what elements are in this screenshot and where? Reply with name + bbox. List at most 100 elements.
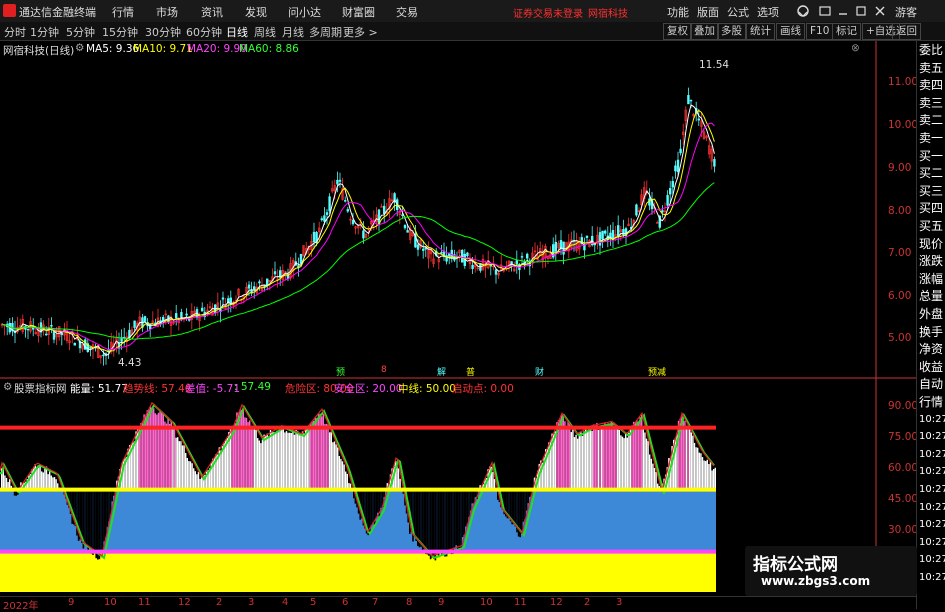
energy-bar <box>292 432 293 490</box>
menu-market-quotes[interactable]: 行情 <box>112 4 134 20</box>
indicator-settings-icon[interactable]: ⚙ <box>3 381 12 393</box>
guest-account[interactable]: 游客 <box>895 4 917 20</box>
energy-bar <box>585 429 586 490</box>
settings-gear-icon[interactable]: ⚙ <box>75 42 84 54</box>
period-more[interactable]: 更多 > <box>343 24 378 40</box>
event-marker[interactable]: 8 <box>381 365 387 375</box>
main-chart-name: 网宿科技(日线) <box>3 43 74 58</box>
quote-field-label: 买二 <box>919 166 945 180</box>
quote-field-label: 买一 <box>919 149 945 163</box>
energy-gap <box>428 490 430 556</box>
period-weekly[interactable]: 周线 <box>254 24 276 40</box>
energy-bar <box>327 424 328 489</box>
energy-bar <box>323 414 324 490</box>
minimize-icon[interactable] <box>836 4 850 18</box>
period-30min[interactable]: 30分钟 <box>145 24 181 40</box>
mark-button[interactable]: 标记 <box>832 23 861 40</box>
candle-body <box>300 254 302 264</box>
event-marker[interactable]: 财 <box>535 365 544 378</box>
event-marker[interactable]: 普 <box>466 365 475 378</box>
menu-layout[interactable]: 版面 <box>697 4 719 20</box>
indicator-tick: 75.00 <box>888 431 918 443</box>
restore-rights-button[interactable]: 复权 <box>663 23 692 40</box>
refresh-icon[interactable] <box>796 4 810 18</box>
energy-bar <box>155 413 156 489</box>
period-daily[interactable]: 日线 <box>226 24 248 40</box>
energy-gap <box>375 490 377 518</box>
menu-functions[interactable]: 功能 <box>667 4 689 20</box>
period-60min[interactable]: 60分钟 <box>186 24 222 40</box>
chart-close-icon[interactable]: ⊗ <box>851 42 860 54</box>
candle-body <box>324 216 326 222</box>
candle-body <box>53 331 55 339</box>
quote-field-label: 10:27 <box>919 483 945 497</box>
energy-bar <box>142 422 143 489</box>
energy-bar <box>159 411 160 489</box>
quote-field-label[interactable]: 自动 <box>919 377 945 391</box>
multi-stock-button[interactable]: 多股 <box>717 23 746 40</box>
quote-field-label: 10:27 <box>919 413 945 427</box>
price-tick: 11.00 <box>888 76 918 88</box>
maximize-icon[interactable] <box>854 4 868 18</box>
trend-value: 趋势线: 57.46 <box>123 381 191 396</box>
energy-bar <box>319 414 320 490</box>
menu-ask[interactable]: 问小达 <box>288 4 321 20</box>
message-icon[interactable] <box>818 4 832 18</box>
energy-bar <box>239 409 240 489</box>
candle-body <box>337 180 339 184</box>
time-tick: 6 <box>342 597 348 608</box>
period-multi[interactable]: 多周期 <box>309 24 342 40</box>
statistics-button[interactable]: 统计 <box>746 23 775 40</box>
menu-trade[interactable]: 交易 <box>396 4 418 20</box>
menu-news[interactable]: 资讯 <box>201 4 223 20</box>
candle-body <box>599 232 601 245</box>
energy-bar <box>171 421 172 490</box>
draw-line-button[interactable]: 画线 <box>776 23 805 40</box>
period-1min[interactable]: 1分钟 <box>30 24 59 40</box>
energy-bar <box>398 468 399 489</box>
energy-gap <box>369 490 371 532</box>
back-button[interactable]: 返回 <box>892 23 921 40</box>
menu-options[interactable]: 选项 <box>757 4 779 20</box>
event-marker[interactable]: 预减 <box>648 365 666 378</box>
energy-bar <box>235 423 236 489</box>
period-intraday[interactable]: 分时 <box>4 24 26 40</box>
energy-bar <box>575 435 576 490</box>
energy-bar <box>163 414 164 490</box>
energy-bar <box>254 429 255 489</box>
menu-market[interactable]: 市场 <box>156 4 178 20</box>
event-marker[interactable]: 解 <box>437 365 446 378</box>
energy-bar <box>241 410 242 490</box>
energy-gap <box>439 490 441 553</box>
login-warning[interactable]: 证券交易未登录 <box>513 5 583 20</box>
energy-bar <box>278 432 279 490</box>
overlay-button[interactable]: 叠加 <box>690 23 719 40</box>
energy-bar <box>609 425 610 490</box>
menu-formula[interactable]: 公式 <box>727 4 749 20</box>
period-15min[interactable]: 15分钟 <box>102 24 138 40</box>
energy-bar <box>651 459 652 490</box>
energy-bar <box>590 430 591 489</box>
energy-bar <box>622 437 623 490</box>
menu-discover[interactable]: 发现 <box>245 4 267 20</box>
energy-bar <box>566 427 567 490</box>
chart-panel[interactable]: 网宿科技(日线) ⚙ MA5: 9.36 MA10: 9.71 MA20: 9.… <box>0 41 916 596</box>
energy-gap <box>102 490 104 554</box>
app-title: 通达信金融终端 <box>19 4 96 20</box>
energy-gap <box>84 490 86 543</box>
period-5min[interactable]: 5分钟 <box>66 24 95 40</box>
energy-bar <box>687 426 688 490</box>
menu-wealth[interactable]: 财富圈 <box>342 4 375 20</box>
candle-body <box>667 195 669 205</box>
period-monthly[interactable]: 月线 <box>282 24 304 40</box>
event-marker[interactable]: 预 <box>336 365 345 378</box>
chart-canvas[interactable] <box>0 41 916 596</box>
f10-button[interactable]: F10 <box>806 23 833 40</box>
energy-gap <box>524 490 526 520</box>
candle-body <box>555 242 557 251</box>
energy-bar <box>169 424 170 490</box>
energy-bar <box>607 423 608 489</box>
close-icon[interactable] <box>873 4 887 18</box>
candle-body <box>441 252 443 253</box>
energy-gap <box>462 490 464 537</box>
